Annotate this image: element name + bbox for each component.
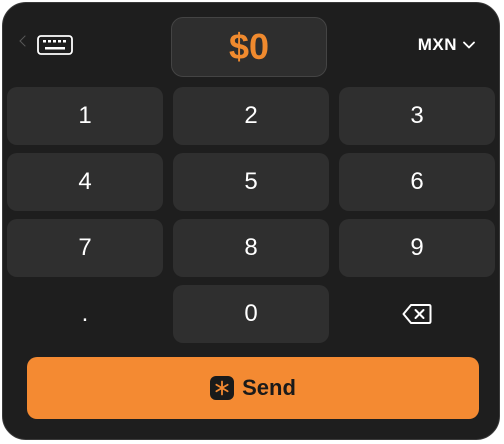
key-decimal[interactable]: .	[7, 285, 163, 343]
keyboard-icon	[37, 35, 73, 55]
key-4[interactable]: 4	[7, 153, 163, 211]
key-1[interactable]: 1	[7, 87, 163, 145]
amount-value: $0	[228, 26, 270, 67]
chevron-down-icon	[463, 41, 475, 49]
numeric-keypad: 1 2 3 4 5 6 7 8 9 . 0	[7, 87, 495, 343]
key-0[interactable]: 0	[173, 285, 329, 343]
amount-entry-panel: $0 MXN 1 2 3 4 5 6 7 8 9 . 0 Send	[2, 2, 500, 440]
asterisk-icon	[210, 376, 235, 400]
key-3[interactable]: 3	[339, 87, 495, 145]
chevron-left-icon[interactable]	[19, 35, 31, 47]
key-6[interactable]: 6	[339, 153, 495, 211]
key-9[interactable]: 9	[339, 219, 495, 277]
backspace-button[interactable]	[339, 285, 495, 343]
keyboard-toggle-button[interactable]	[37, 33, 77, 61]
currency-dropdown[interactable]: MXN	[418, 33, 475, 57]
key-7[interactable]: 7	[7, 219, 163, 277]
key-5[interactable]: 5	[173, 153, 329, 211]
amount-display[interactable]: $0	[171, 17, 327, 77]
send-button[interactable]: Send	[27, 357, 479, 419]
key-2[interactable]: 2	[173, 87, 329, 145]
backspace-icon	[402, 304, 432, 324]
key-8[interactable]: 8	[173, 219, 329, 277]
currency-label: MXN	[417, 35, 457, 54]
send-label: Send	[242, 375, 296, 400]
